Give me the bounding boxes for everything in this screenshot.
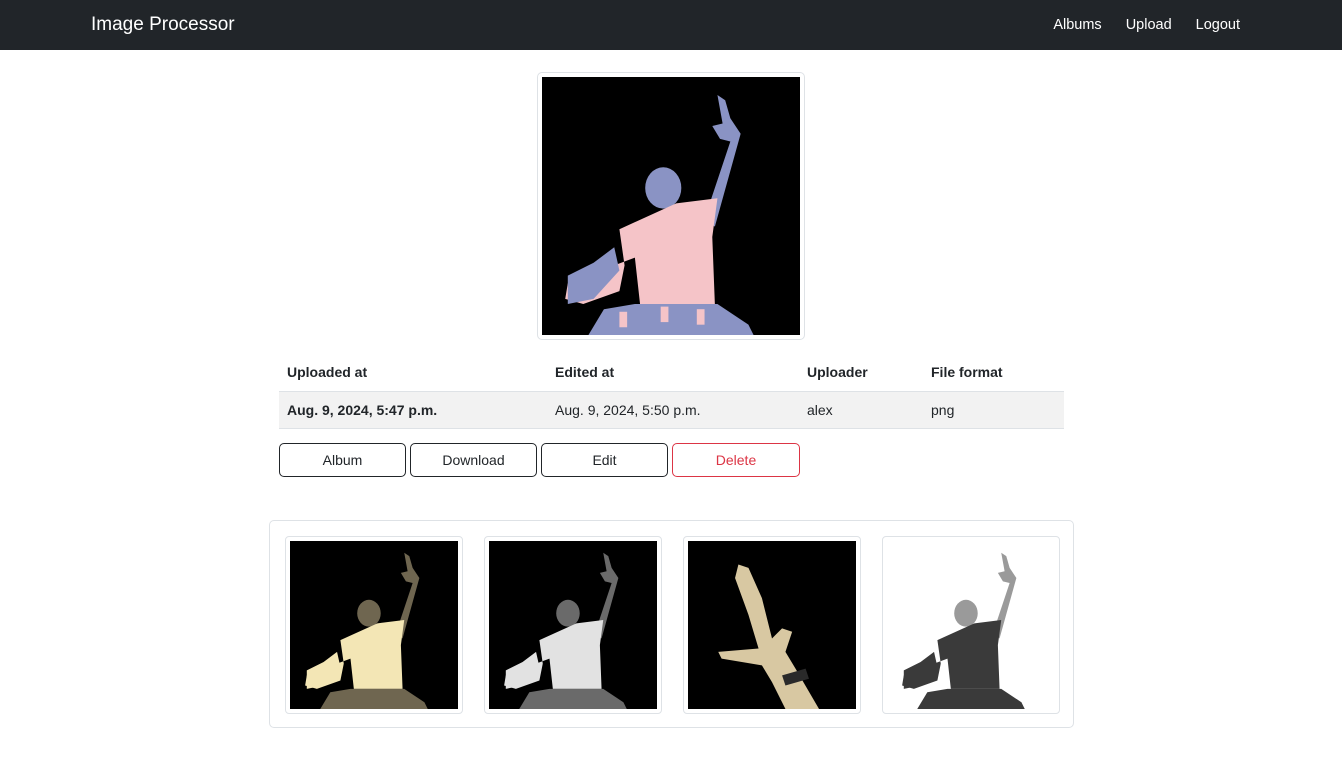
album-button[interactable]: Album [279, 443, 406, 477]
file-format-value: png [923, 391, 1064, 429]
variant-thumbnail-inverted[interactable] [882, 536, 1060, 714]
variant-picture [290, 541, 458, 709]
header-file-format: File format [923, 354, 1064, 392]
variant-picture [887, 541, 1055, 709]
variant-picture [489, 541, 657, 709]
table-row: Aug. 9, 2024, 5:47 p.m. Aug. 9, 2024, 5:… [279, 391, 1064, 429]
variant-thumbnail-grayscale[interactable] [484, 536, 662, 714]
uploader-value: alex [799, 391, 923, 429]
variant-picture [688, 541, 856, 709]
nav-link-albums[interactable]: Albums [1053, 17, 1101, 33]
download-button[interactable]: Download [410, 443, 537, 477]
person-silhouette-image [542, 77, 800, 335]
navbar: Image Processor Albums Upload Logout [0, 0, 1342, 50]
variants-gallery [269, 520, 1074, 728]
image-info-table: Uploaded at Edited at Uploader File form… [279, 354, 1064, 429]
action-buttons: Album Download Edit Delete [279, 443, 800, 477]
main-image [537, 72, 805, 340]
main-image-picture [542, 77, 800, 335]
nav-link-logout[interactable]: Logout [1196, 17, 1240, 33]
header-edited-at: Edited at [547, 354, 799, 392]
variant-thumbnail-hand-closeup[interactable] [683, 536, 861, 714]
edited-at-value: Aug. 9, 2024, 5:50 p.m. [547, 391, 799, 429]
hand-closeup-image [688, 541, 856, 709]
brand-link[interactable]: Image Processor [91, 14, 235, 36]
person-silhouette-image [887, 541, 1055, 709]
uploaded-at-value: Aug. 9, 2024, 5:47 p.m. [279, 391, 547, 429]
nav-links: Albums Upload Logout [1053, 17, 1240, 33]
person-silhouette-image [489, 541, 657, 709]
person-silhouette-image [290, 541, 458, 709]
delete-button[interactable]: Delete [672, 443, 800, 477]
variant-thumbnail-sepia[interactable] [285, 536, 463, 714]
table-header-row: Uploaded at Edited at Uploader File form… [279, 354, 1064, 392]
edit-button[interactable]: Edit [541, 443, 668, 477]
nav-link-upload[interactable]: Upload [1126, 17, 1172, 33]
header-uploader: Uploader [799, 354, 923, 392]
header-uploaded-at: Uploaded at [279, 354, 547, 392]
